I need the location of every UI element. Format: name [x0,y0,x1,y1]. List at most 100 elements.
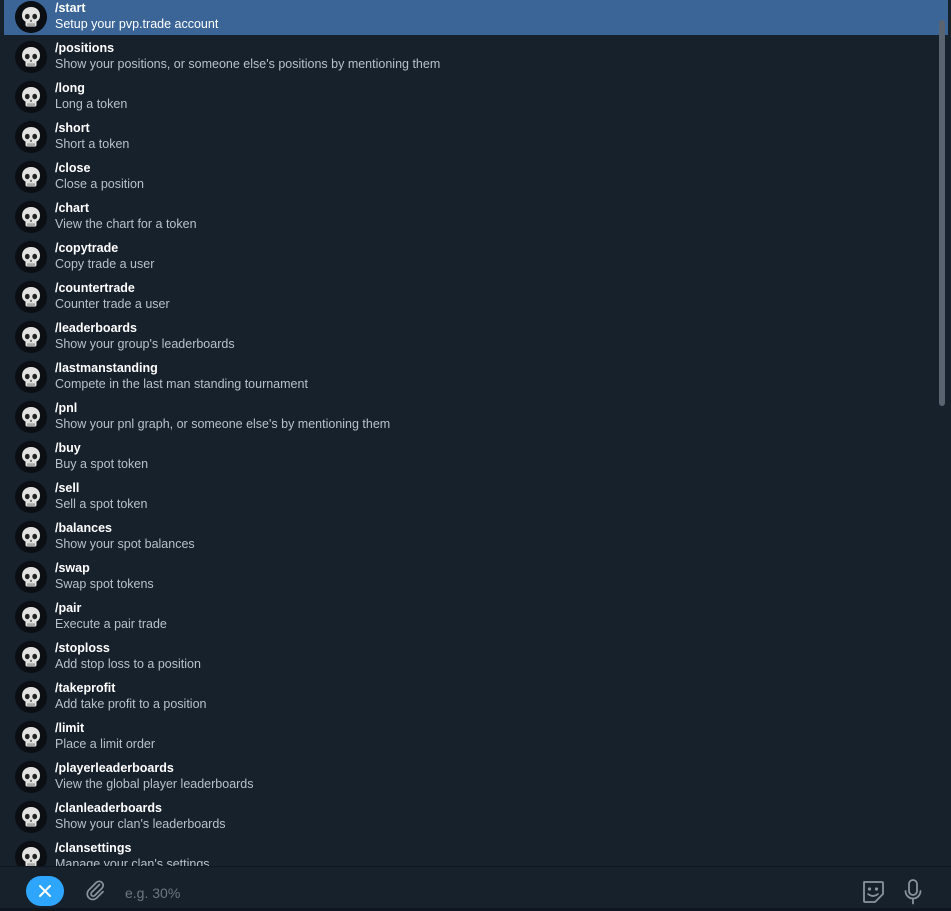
command-item[interactable]: /clanleaderboards Show your clan's leader… [4,795,948,835]
microphone-icon [904,879,922,905]
command-name: /limit [55,721,85,735]
skull-icon [15,321,47,353]
skull-icon [15,81,47,113]
command-name: /pnl [55,401,78,415]
command-name: /balances [55,521,112,535]
message-input[interactable] [125,883,725,903]
command-item[interactable]: /playerleaderboards View the global playe… [4,755,948,795]
cancel-button[interactable] [26,876,64,906]
command-name: /long [55,81,85,95]
command-name: /swap [55,561,90,575]
command-item[interactable]: /chart View the chart for a token [4,195,948,235]
command-avatar [15,721,47,753]
command-avatar [15,641,47,673]
command-suggestions-panel: /start Setup your pvp.trade account/posit… [0,0,951,866]
skull-icon [15,241,47,273]
voice-button[interactable] [902,878,924,906]
command-description: View the global player leaderboards [55,777,254,791]
command-description: Sell a spot token [55,497,148,511]
skull-icon [15,201,47,233]
command-item[interactable]: /start Setup your pvp.trade account [4,0,948,35]
command-list: /start Setup your pvp.trade account/posit… [0,0,951,866]
command-description: Show your pnl graph, or someone else's b… [55,417,391,431]
command-avatar [15,761,47,793]
command-item[interactable]: /limit Place a limit order [4,715,948,755]
command-description: Short a token [55,137,130,151]
command-item[interactable]: /sell Sell a spot token [4,475,948,515]
skull-icon [15,801,47,833]
command-item[interactable]: /balances Show your spot balances [4,515,948,555]
skull-icon [15,161,47,193]
sticker-icon [863,881,884,903]
command-description: Show your positions, or someone else's p… [55,57,441,71]
skull-icon [15,761,47,793]
skull-icon [15,841,47,866]
skull-icon [15,41,47,73]
command-name: /chart [55,201,90,215]
command-avatar [15,521,47,553]
skull-icon [15,601,47,633]
scrollbar-thumb[interactable] [939,20,945,406]
command-name: /copytrade [55,241,119,255]
command-description: Copy trade a user [55,257,155,271]
command-item[interactable]: /countertrade Counter trade a user [4,275,948,315]
command-description: Swap spot tokens [55,577,154,591]
command-name: /pair [55,601,82,615]
command-description: Buy a spot token [55,457,149,471]
command-avatar [15,41,47,73]
skull-icon [15,281,47,313]
command-description: Setup your pvp.trade account [55,17,219,31]
command-name: /leaderboards [55,321,137,335]
command-item[interactable]: /swap Swap spot tokens [4,555,948,595]
command-name: /sell [55,481,80,495]
command-item[interactable]: /long Long a token [4,75,948,115]
command-avatar [15,681,47,713]
command-avatar [15,201,47,233]
command-item[interactable]: /takeprofit Add take profit to a position [4,675,948,715]
command-avatar [15,121,47,153]
command-description: Place a limit order [55,737,156,751]
command-name: /clansettings [55,841,132,855]
skull-icon [15,361,47,393]
skull-icon [15,121,47,153]
command-description: Add stop loss to a position [55,657,201,671]
command-name: /clanleaderboards [55,801,162,815]
command-avatar [15,441,47,473]
command-avatar [15,81,47,113]
command-avatar [15,601,47,633]
skull-icon [15,401,47,433]
command-description: Show your spot balances [55,537,195,551]
command-item[interactable]: /leaderboards Show your group's leaderboa… [4,315,948,355]
command-description: Manage your clan's settings [55,857,210,866]
sticker-button[interactable] [859,878,887,906]
command-item[interactable]: /buy Buy a spot token [4,435,948,475]
skull-icon [15,481,47,513]
skull-icon [15,721,47,753]
command-item[interactable]: /pair Execute a pair trade [4,595,948,635]
command-item[interactable]: /short Short a token [4,115,948,155]
close-icon [39,885,51,897]
command-avatar [15,241,47,273]
paperclip-icon [86,880,105,901]
command-item[interactable]: /clansettings Manage your clan's settings [4,835,948,866]
command-item[interactable]: /pnl Show your pnl graph, or someone else… [4,395,948,435]
command-item[interactable]: /positions Show your positions, or someon… [4,35,948,75]
skull-icon [15,561,47,593]
command-description: Show your group's leaderboards [55,337,235,351]
command-avatar [15,841,47,866]
command-name: /stoploss [55,641,110,655]
command-item[interactable]: /lastmanstanding Compete in the last man … [4,355,948,395]
command-name: /countertrade [55,281,135,295]
skull-icon [15,1,47,33]
command-description: Add take profit to a position [55,697,207,711]
command-item[interactable]: /stoploss Add stop loss to a position [4,635,948,675]
command-item[interactable]: /close Close a position [4,155,948,195]
command-item[interactable]: /copytrade Copy trade a user [4,235,948,275]
skull-icon [15,681,47,713]
command-avatar [15,281,47,313]
attach-button[interactable] [83,878,107,902]
command-description: Execute a pair trade [55,617,167,631]
skull-icon [15,521,47,553]
command-name: /short [55,121,90,135]
command-avatar [15,561,47,593]
